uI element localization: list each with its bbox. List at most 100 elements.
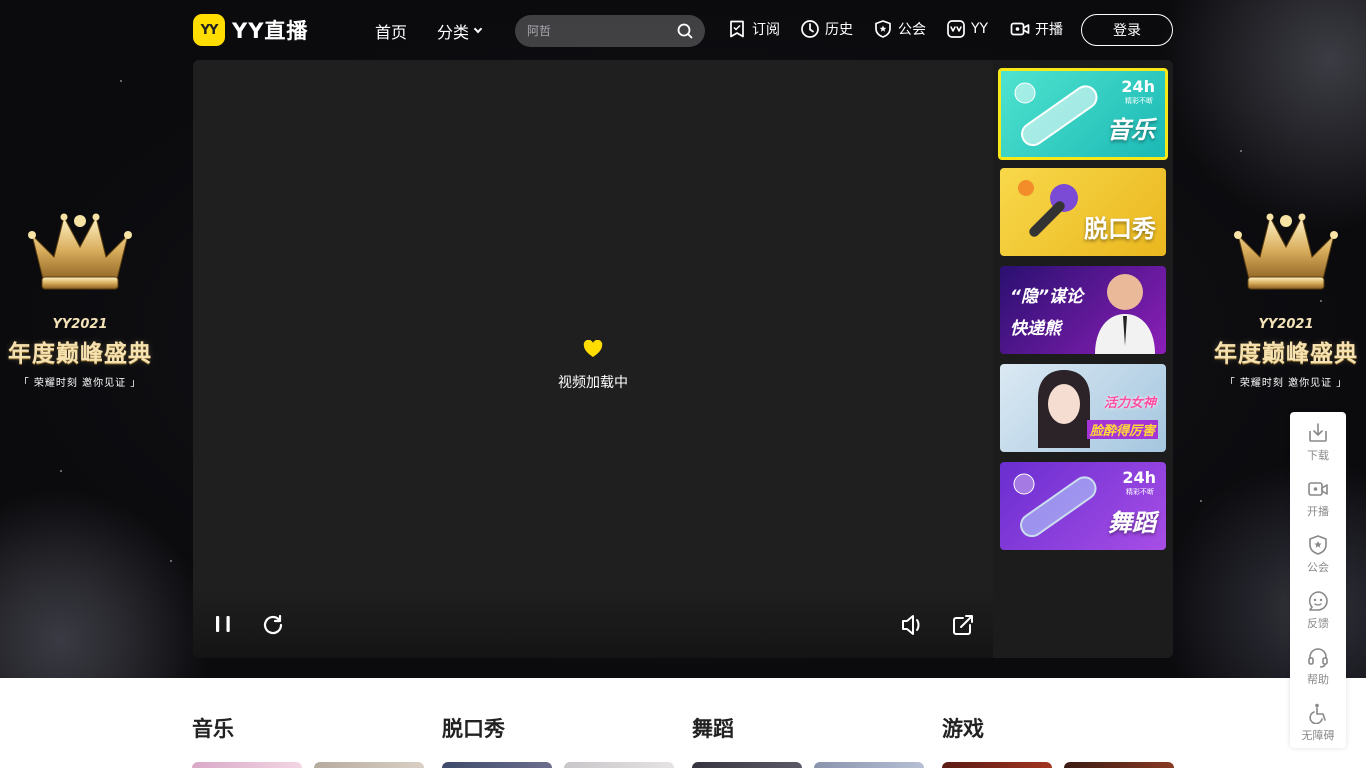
feedback-icon — [1308, 591, 1328, 611]
camera-icon — [1010, 22, 1030, 36]
stream-thumbnail[interactable] — [942, 762, 1052, 768]
channel-sub: 精彩不断 — [1125, 97, 1153, 105]
tool-label: 公会 — [1307, 562, 1329, 574]
tool-label: 反馈 — [1307, 618, 1329, 630]
header-link-history[interactable]: 历史 — [800, 19, 853, 39]
side-banner-left[interactable]: YY2021 年度巅峰盛典 「 荣耀时刻 邀你见证 」 — [0, 205, 160, 389]
heart-loading-icon — [583, 339, 603, 357]
logo-mark: YY — [193, 14, 225, 46]
section-title[interactable]: 舞蹈 — [692, 713, 734, 743]
nav-category-label: 分类 — [437, 23, 470, 42]
player-control-bar — [193, 588, 993, 658]
tool-label: 无障碍 — [1301, 730, 1335, 742]
microphone-illustration — [1018, 180, 1078, 237]
section-title[interactable]: 脱口秀 — [442, 713, 505, 743]
floating-toolbar: 下载 开播 公会 反馈 帮助 无障碍 — [1290, 412, 1346, 748]
banner-title: 年度巅峰盛典 — [8, 340, 152, 367]
header-link-guild[interactable]: 公会 — [873, 19, 926, 39]
loading-text: 视频加载中 — [558, 375, 628, 391]
header-link-label: 订阅 — [752, 22, 780, 38]
popout-icon[interactable] — [951, 613, 975, 637]
tool-download[interactable]: 下载 — [1290, 412, 1346, 468]
section-game: 游戏 — [942, 713, 984, 743]
video-player[interactable]: 视频加载中 — [193, 60, 993, 658]
search-box — [515, 15, 705, 47]
refresh-icon[interactable] — [261, 613, 285, 637]
bookmark-icon — [730, 20, 744, 38]
channel-title-line2: 脸酔得厉害 — [1086, 420, 1158, 439]
channel-title: 脱口秀 — [1084, 215, 1156, 243]
search-icon[interactable] — [677, 23, 693, 39]
header-link-broadcast[interactable]: 开播 — [1010, 19, 1063, 39]
tool-label: 帮助 — [1307, 674, 1329, 686]
tool-label: 下载 — [1307, 450, 1329, 462]
channel-sub: 精彩不断 — [1126, 488, 1154, 496]
channel-title-line1: 活力女神 — [1103, 396, 1156, 411]
login-button[interactable]: 登录 — [1081, 14, 1173, 46]
accessibility-icon — [1309, 703, 1326, 724]
section-title[interactable]: 游戏 — [942, 713, 984, 743]
tool-guild[interactable]: 公会 — [1290, 524, 1346, 580]
banner-tagline: 「 荣耀时刻 邀你见证 」 — [18, 378, 142, 389]
nav-category[interactable]: 分类 — [437, 19, 483, 43]
channel-card-music[interactable]: 24h 精彩不断 音乐 — [998, 68, 1168, 160]
chevron-down-icon — [473, 24, 483, 34]
camera-icon — [1308, 482, 1328, 496]
banner-small-text: YY2021 — [52, 317, 108, 332]
nav-home[interactable]: 首页 — [375, 19, 407, 43]
channel-title: 音乐 — [1107, 116, 1155, 144]
headset-icon — [1308, 648, 1328, 668]
crown-icon — [1234, 213, 1338, 290]
section-talkshow: 脱口秀 — [442, 713, 505, 743]
header-link-subscribe[interactable]: 订阅 — [727, 19, 780, 39]
tool-feedback[interactable]: 反馈 — [1290, 580, 1346, 636]
channel-badge: 24h — [1121, 77, 1155, 96]
banner-title: 年度巅峰盛典 — [1214, 340, 1358, 367]
channel-title-line2: 快递熊 — [1010, 319, 1061, 339]
stream-thumbnail[interactable] — [314, 762, 424, 768]
channel-badge: 24h — [1122, 468, 1156, 487]
crown-icon — [28, 213, 132, 290]
stream-thumbnail[interactable] — [692, 762, 802, 768]
channel-title: 舞蹈 — [1108, 509, 1156, 537]
dance-shoe-illustration — [1013, 473, 1097, 538]
clock-icon — [801, 20, 819, 38]
search-input[interactable] — [527, 15, 667, 47]
channel-list: 24h 精彩不断 音乐 脱口秀 “隐”谋论 快递熊 活力女神 脸酔得厉害 24h… — [993, 60, 1173, 658]
stream-thumbnail[interactable] — [814, 762, 924, 768]
header-link-yy[interactable]: YY — [946, 19, 988, 39]
stream-thumbnail[interactable] — [1064, 762, 1174, 768]
channel-card-express-bear[interactable]: “隐”谋论 快递熊 — [1000, 266, 1166, 354]
streamer-avatar — [1095, 274, 1155, 354]
logo[interactable]: YY YY直播 — [193, 14, 308, 46]
channel-card-talkshow[interactable]: 脱口秀 — [1000, 168, 1166, 256]
pause-icon[interactable] — [213, 613, 233, 635]
yy-app-icon — [947, 20, 965, 38]
shield-star-icon — [875, 20, 891, 38]
tool-broadcast[interactable]: 开播 — [1290, 468, 1346, 524]
section-music: 音乐 — [192, 713, 234, 743]
side-banner-right[interactable]: YY2021 年度巅峰盛典 「 荣耀时刻 邀你见证 」 — [1206, 205, 1366, 389]
channel-card-dance[interactable]: 24h 精彩不断 舞蹈 — [1000, 462, 1166, 550]
volume-icon[interactable] — [900, 613, 926, 637]
section-title[interactable]: 音乐 — [192, 713, 234, 743]
tool-accessibility[interactable]: 无障碍 — [1290, 692, 1346, 748]
loading-indicator: 视频加载中 — [193, 339, 993, 392]
stream-thumbnail[interactable] — [442, 762, 552, 768]
top-header: YY YY直播 首页 分类 订阅 历史 公会 — [0, 0, 1366, 60]
section-dance: 舞蹈 — [692, 713, 734, 743]
header-link-label: 开播 — [1035, 22, 1063, 38]
header-link-label: YY — [971, 21, 989, 37]
stream-thumbnail[interactable] — [192, 762, 302, 768]
channel-title-line1: “隐”谋论 — [1010, 287, 1083, 307]
banner-tagline: 「 荣耀时刻 邀你见证 」 — [1224, 378, 1348, 389]
tool-label: 开播 — [1307, 506, 1329, 518]
logo-text: YY直播 — [232, 19, 309, 43]
banner-small-text: YY2021 — [1258, 317, 1314, 332]
stream-thumbnail[interactable] — [564, 762, 674, 768]
channel-card-goddess[interactable]: 活力女神 脸酔得厉害 — [1000, 364, 1166, 452]
music-tube-illustration — [1014, 82, 1098, 147]
download-icon — [1309, 423, 1327, 442]
shield-star-icon — [1309, 535, 1327, 555]
tool-help[interactable]: 帮助 — [1290, 636, 1346, 692]
